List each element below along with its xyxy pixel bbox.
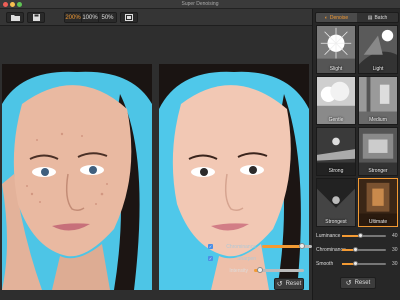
denoise-icon: ◐ xyxy=(324,14,328,21)
main-reset-button[interactable]: ↺ Reset xyxy=(274,278,304,290)
smooth-row: Smooth 30 xyxy=(316,259,400,269)
main-reset-label: Reset xyxy=(285,281,302,287)
luminance-slider-knob[interactable] xyxy=(357,233,363,238)
chrominance-panel-value: 30 xyxy=(392,247,398,253)
smooth-label: Smooth xyxy=(316,261,334,267)
title-bar: Super Denoising xyxy=(0,0,400,9)
preset-grid: Slight Light Gentle Medium Strong Strong… xyxy=(316,25,398,227)
preset-medium[interactable]: Medium xyxy=(358,76,398,125)
smooth-value: 30 xyxy=(392,261,398,267)
window-title: Super Denoising xyxy=(181,1,219,7)
tab-denoise-label: Denoise xyxy=(329,14,349,21)
sharpen-label: Sharpen xyxy=(237,255,256,262)
preset-stronger[interactable]: Stronger xyxy=(358,127,398,176)
folder-icon xyxy=(10,15,20,21)
fit-screen-icon xyxy=(125,14,133,21)
preset-slight[interactable]: Slight xyxy=(316,25,356,74)
reset-icon: ↺ xyxy=(276,281,283,288)
preset-strong[interactable]: Strong xyxy=(316,127,356,176)
chrominance-slider-fill xyxy=(262,245,302,248)
open-file-button[interactable] xyxy=(6,12,24,23)
chrominance-slider-knob[interactable] xyxy=(299,243,305,249)
preset-gentle[interactable]: Gentle xyxy=(316,76,356,125)
preset-medium-label: Medium xyxy=(369,117,387,123)
tab-denoise[interactable]: ◐ Denoise xyxy=(316,13,357,22)
panel-reset-button[interactable]: ↺ Reset xyxy=(340,277,376,289)
save-icon xyxy=(32,14,40,21)
zoom-50-button[interactable]: 50% xyxy=(99,13,116,22)
right-panel: ◐ Denoise ▤ Batch Slight Light Gentle Me… xyxy=(312,9,400,300)
preset-light[interactable]: Light xyxy=(358,25,398,74)
save-file-button[interactable] xyxy=(27,12,45,23)
zoom-segmented-control: 200% 100% 50% xyxy=(64,12,117,23)
preset-strongest-label: Strongest xyxy=(325,219,347,225)
preset-strongest[interactable]: Strongest xyxy=(316,178,356,227)
chrominance-panel-slider[interactable] xyxy=(342,247,386,252)
fit-screen-button[interactable] xyxy=(120,12,138,23)
chrominance-row: ✓ Chrominance xyxy=(208,242,312,251)
sharpen-checkbox[interactable]: ✓ xyxy=(208,256,213,261)
chrominance-panel-row: Chrominance 30 xyxy=(316,245,400,255)
chrominance-panel-label: Chrominance xyxy=(316,247,346,253)
panel-tabs: ◐ Denoise ▤ Batch xyxy=(315,12,399,23)
zoom-100-button[interactable]: 100% xyxy=(82,13,99,22)
preset-strong-label: Strong xyxy=(328,168,344,174)
before-portrait-image xyxy=(2,64,152,290)
preset-ultimate[interactable]: Ultimate xyxy=(358,178,398,227)
preset-light-label: Light xyxy=(372,66,384,72)
zoom-200-button[interactable]: 200% xyxy=(65,13,82,22)
chrominance-panel-slider-knob[interactable] xyxy=(353,247,359,252)
smooth-slider-knob[interactable] xyxy=(353,261,359,266)
preset-gentle-label: Gentle xyxy=(328,117,344,123)
intensity-label: Intensity xyxy=(229,267,248,274)
panel-reset-label: Reset xyxy=(354,280,371,286)
luminance-slider-fill xyxy=(342,235,360,237)
intensity-slider[interactable] xyxy=(254,267,304,273)
preset-stronger-label: Stronger xyxy=(368,168,388,174)
tab-batch[interactable]: ▤ Batch xyxy=(357,13,398,22)
tab-batch-label: Batch xyxy=(374,14,388,21)
app-window: Super Denoising 200% 100% 50% ✓ Chromina… xyxy=(0,0,400,300)
luminance-slider[interactable] xyxy=(342,233,386,238)
intensity-row: Intensity xyxy=(216,266,304,275)
luminance-value: 40 xyxy=(392,233,398,239)
preset-slight-label: Slight xyxy=(329,66,343,72)
chrominance-label: Chrominance xyxy=(226,243,256,250)
preview-area: ✓ Chrominance ✓ Sharpen Intensity ↺ Rese… xyxy=(0,26,312,300)
sharpen-row: ✓ Sharpen xyxy=(208,254,262,263)
batch-icon: ▤ xyxy=(367,14,373,21)
luminance-label: Luminance xyxy=(316,233,341,239)
smooth-slider[interactable] xyxy=(342,261,386,266)
panel-reset-icon: ↺ xyxy=(345,280,352,287)
before-photo xyxy=(2,64,152,290)
luminance-row: Luminance 40 xyxy=(316,231,400,241)
chrominance-checkbox[interactable]: ✓ xyxy=(208,244,213,249)
preset-ultimate-label: Ultimate xyxy=(368,219,388,225)
chrominance-overlay-slider[interactable] xyxy=(262,243,312,249)
intensity-slider-knob[interactable] xyxy=(257,267,263,273)
